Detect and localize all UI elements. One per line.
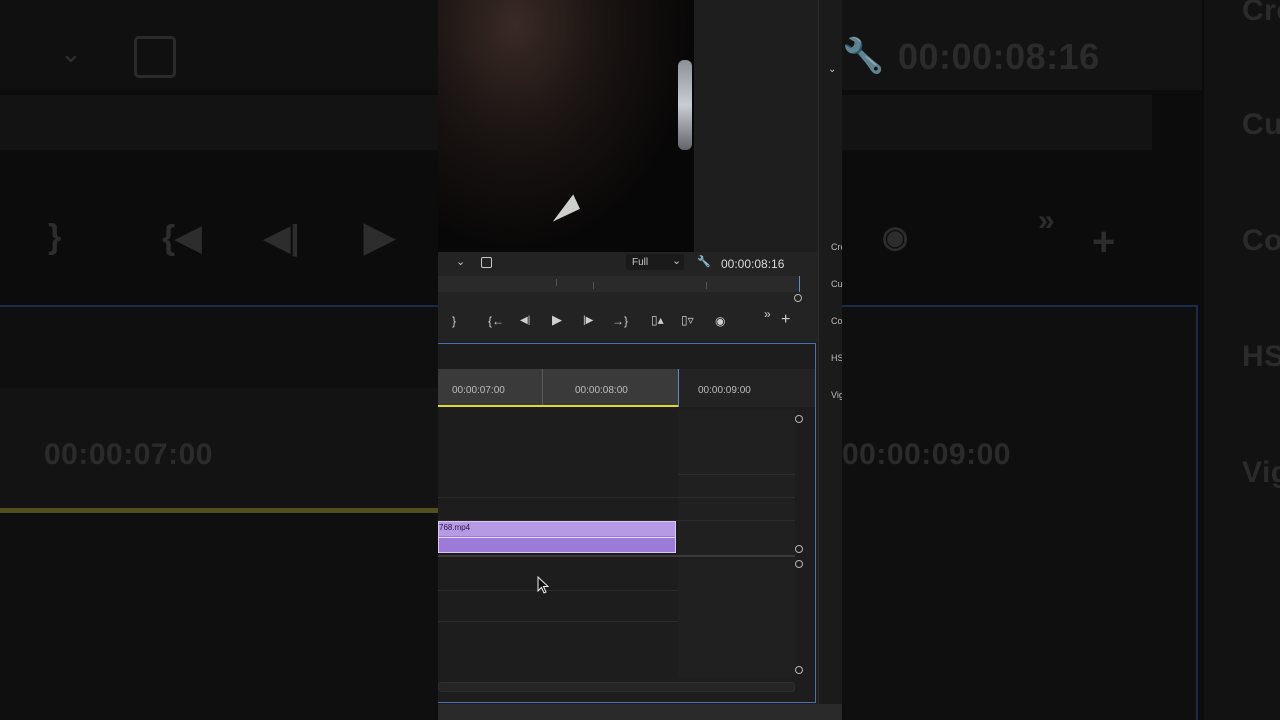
settings-icon[interactable] (481, 257, 492, 268)
go-to-out-icon[interactable]: →} (612, 314, 628, 328)
lumetri-side-panel: ⌄ Cre Cu Co HS Vig (818, 0, 842, 720)
bg-side-label: Col (1242, 224, 1280, 257)
timeline-ruler[interactable]: 00:00:07:00 00:00:08:00 00:00:09:00 (438, 369, 815, 407)
fit-label: Full (632, 257, 649, 268)
side-label-creative[interactable]: Cre (831, 242, 842, 252)
mini-ruler-tick (556, 279, 557, 286)
bg-wrench-icon: 🔧 (842, 37, 885, 75)
bg-timeline-panel-right (842, 305, 1198, 720)
audio-tracks-scroll-handle-top[interactable] (795, 560, 803, 568)
bg-settings-icon (134, 36, 176, 78)
video-highlight (678, 60, 692, 150)
bg-ruler (0, 95, 438, 150)
mini-ruler-end-handle[interactable] (794, 294, 802, 302)
camera-icon[interactable]: ◉ (715, 314, 725, 328)
ruler-divider (542, 369, 543, 407)
playhead-line (678, 369, 679, 407)
track-divider (438, 497, 795, 498)
bg-marker-icon: } (48, 218, 62, 256)
video-clip[interactable]: 768.mp4 (438, 521, 676, 553)
go-to-in-icon[interactable]: {← (488, 314, 504, 328)
wrench-icon[interactable]: 🔧 (697, 255, 711, 268)
lift-icon[interactable]: ▯▴ (651, 313, 664, 327)
mini-ruler-tick (706, 282, 707, 289)
video-tracks-scroll-handle-bottom[interactable] (795, 545, 803, 553)
ruler-timecode: 00:00:09:00 (698, 385, 751, 396)
monitor-dark-area (694, 0, 818, 252)
bg-plus-icon: + (1092, 220, 1116, 264)
side-label-hsl[interactable]: HS (831, 353, 842, 363)
bg-go-to-in-icon: {◀ (162, 219, 202, 257)
bg-ruler-timecode: 00:00:07:00 (44, 438, 213, 471)
bg-ruler-right (842, 95, 1152, 150)
video-tracks-scroll-handle-top[interactable] (795, 415, 803, 423)
video-glint (546, 194, 580, 222)
clip-label-strip (439, 522, 675, 536)
side-label-curves[interactable]: Cu (831, 279, 842, 289)
chevron-down-icon: ⌄ (672, 255, 682, 267)
clip-body-line (439, 537, 675, 538)
empty-track-region (678, 410, 795, 555)
video-tracks-area: 768.mp4 (438, 410, 795, 555)
plus-icon[interactable]: + (781, 312, 790, 328)
chevron-down-icon[interactable]: ⌄ (456, 255, 465, 268)
timeline-panel: 00:00:07:00 00:00:08:00 00:00:09:00 768.… (438, 343, 816, 703)
side-collapse-chevron[interactable]: ⌄ (828, 64, 836, 75)
bg-camera-icon: ◉ (882, 221, 909, 254)
mini-ruler[interactable] (438, 276, 800, 292)
bottom-strip (438, 704, 842, 720)
background-right: 🔧 00:00:08:16 ◉ » + 00:00:09:00 Cre Cur … (842, 0, 1280, 720)
bg-timecode: 00:00:08:16 (898, 36, 1100, 77)
bg-side-label: Cur (1242, 108, 1280, 141)
side-label-vignette[interactable]: Vig (831, 390, 842, 400)
render-bar (438, 405, 678, 407)
video-audio-divider[interactable] (438, 555, 795, 557)
fit-dropdown[interactable]: Full ⌄ (626, 254, 684, 270)
extract-icon[interactable]: ▯▿ (681, 313, 694, 327)
clip-name: 768.mp4 (439, 523, 471, 532)
bg-playhead-bar (0, 508, 438, 513)
bg-play-icon: ▶ (364, 215, 395, 259)
bg-side-label: Vig (1242, 456, 1280, 489)
mini-ruler-tick (593, 282, 594, 289)
step-forward-icon[interactable]: |▶ (583, 314, 593, 328)
audio-tracks-area (438, 558, 795, 678)
bg-side-label: Cre (1242, 0, 1280, 27)
monitor-controls: ⌄ Full ⌄ 🔧 00:00:08:16 } {← ◀| ▶ |▶ →} ▯… (438, 252, 818, 342)
marker-icon[interactable]: } (452, 314, 456, 328)
cursor-icon (537, 576, 549, 594)
play-icon[interactable]: ▶ (552, 313, 562, 327)
program-timecode: 00:00:08:16 (721, 257, 785, 271)
background-left: ⌄ } {◀ ◀| ▶ 00:00:07:00 (0, 0, 438, 720)
track-divider (678, 474, 795, 475)
program-monitor-video (438, 0, 694, 252)
bg-dropdown-chevron: ⌄ (60, 38, 82, 68)
step-back-icon[interactable]: ◀| (520, 314, 530, 328)
bg-ruler-timecode-right: 00:00:09:00 (842, 438, 1011, 471)
side-label-color-wheels[interactable]: Co (831, 316, 842, 326)
horizontal-scrollbar[interactable] (438, 682, 795, 692)
bg-more-icon: » (1038, 204, 1055, 237)
program-ui: ⌄ Full ⌄ 🔧 00:00:08:16 } {← ◀| ▶ |▶ →} ▯… (438, 0, 842, 720)
audio-tracks-scroll-handle-bottom[interactable] (795, 666, 803, 674)
audio-empty-region (678, 558, 795, 678)
chevrons-right-icon[interactable]: » (764, 307, 771, 321)
bg-side-label: HS (1242, 340, 1280, 373)
mini-ruler-playhead (799, 276, 800, 292)
ruler-timecode: 00:00:08:00 (575, 385, 628, 396)
bg-step-back-icon: ◀| (264, 219, 300, 257)
ruler-timecode: 00:00:07:00 (452, 385, 505, 396)
